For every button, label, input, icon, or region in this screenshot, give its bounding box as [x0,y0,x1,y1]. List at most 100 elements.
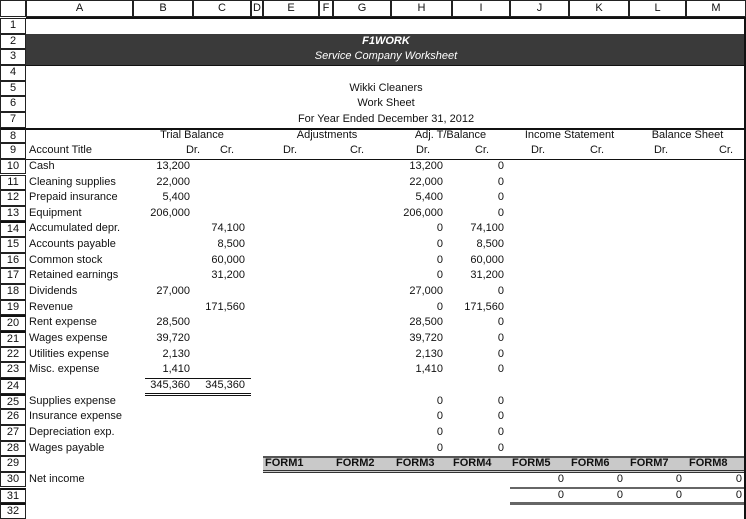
net-income-value[interactable]: 0 [702,488,742,504]
form-label-8[interactable]: FORM8 [689,456,745,472]
account-title-cell[interactable]: Depreciation exp. [29,425,134,441]
trial-balance-credit[interactable]: 8,500 [195,237,245,253]
adj-trial-balance-debit[interactable]: 5,400 [393,190,443,206]
column-header-h[interactable]: H [391,0,452,17]
adj-trial-balance-debit[interactable]: 0 [393,253,443,269]
trial-balance-credit[interactable]: 74,100 [195,221,245,237]
row-header-31[interactable]: 31 [0,487,26,504]
form-label-3[interactable]: FORM3 [396,456,452,472]
adj-trial-balance-debit[interactable]: 27,000 [393,284,443,300]
form-label-2[interactable]: FORM2 [336,456,392,472]
row-header-26[interactable]: 26 [0,409,26,425]
row-header-20[interactable]: 20 [0,315,26,331]
column-header-i[interactable]: I [452,0,510,17]
column-header-e[interactable]: E [263,0,319,17]
row-header-13[interactable]: 13 [0,205,26,222]
account-title-cell[interactable]: Prepaid insurance [29,190,134,206]
net-income-value[interactable]: 0 [583,472,623,488]
form-label-5[interactable]: FORM5 [512,456,568,472]
row-header-5[interactable]: 5 [0,80,26,97]
column-header-b[interactable]: B [133,0,193,17]
trial-balance-debit[interactable]: 1,410 [140,362,190,378]
row-header-25[interactable]: 25 [0,393,26,410]
form-label-6[interactable]: FORM6 [571,456,627,472]
row-header-3[interactable]: 3 [0,49,26,65]
row-header-15[interactable]: 15 [0,237,26,253]
row-header-29[interactable]: 29 [0,456,26,472]
trial-balance-credit[interactable]: 31,200 [195,268,245,284]
account-title-cell[interactable]: Revenue [29,300,134,316]
adj-trial-balance-credit[interactable]: 0 [454,175,504,191]
adj-trial-balance-credit[interactable]: 8,500 [454,237,504,253]
row-header-2[interactable]: 2 [0,33,26,50]
column-header-j[interactable]: J [510,0,569,17]
column-header-g[interactable]: G [333,0,391,17]
adj-trial-balance-credit[interactable]: 0 [454,394,504,410]
net-income-value[interactable]: 0 [702,472,742,488]
column-header-a[interactable]: A [26,0,133,17]
column-header-c[interactable]: C [193,0,251,17]
adj-trial-balance-credit[interactable]: 0 [454,347,504,363]
account-title-cell[interactable]: Supplies expense [29,394,134,410]
adj-trial-balance-debit[interactable]: 13,200 [393,159,443,175]
adj-trial-balance-credit[interactable]: 0 [454,284,504,300]
row-header-30[interactable]: 30 [0,471,26,488]
account-title-cell[interactable]: Common stock [29,253,134,269]
trial-balance-debit[interactable]: 206,000 [140,206,190,222]
adj-trial-balance-credit[interactable]: 0 [454,331,504,347]
net-income-value[interactable]: 0 [642,488,682,504]
adj-trial-balance-debit[interactable]: 0 [393,221,443,237]
adj-trial-balance-debit[interactable]: 28,500 [393,315,443,331]
adj-trial-balance-credit[interactable]: 0 [454,190,504,206]
adj-trial-balance-credit[interactable]: 0 [454,315,504,331]
column-header-m[interactable]: M [686,0,746,17]
adj-trial-balance-credit[interactable]: 0 [454,409,504,425]
row-header-21[interactable]: 21 [0,331,26,347]
row-header-1[interactable]: 1 [0,18,26,34]
column-header-k[interactable]: K [569,0,629,17]
adj-trial-balance-credit[interactable]: 0 [454,206,504,222]
row-header-9[interactable]: 9 [0,143,26,159]
row-header-10[interactable]: 10 [0,158,26,175]
trial-balance-credit[interactable]: 171,560 [195,300,245,316]
adj-trial-balance-debit[interactable]: 0 [393,268,443,284]
row-header-32[interactable]: 32 [0,503,26,519]
trial-balance-debit[interactable]: 13,200 [140,159,190,175]
net-income-value[interactable]: 0 [642,472,682,488]
row-header-18[interactable]: 18 [0,284,26,300]
form-label-1[interactable]: FORM1 [265,456,321,472]
account-title-cell[interactable]: Rent expense [29,315,134,331]
account-title-cell[interactable]: Dividends [29,284,134,300]
form-label-4[interactable]: FORM4 [453,456,509,472]
trial-balance-debit[interactable]: 27,000 [140,284,190,300]
row-header-19[interactable]: 19 [0,299,26,316]
row-header-22[interactable]: 22 [0,346,26,363]
adj-trial-balance-debit[interactable]: 0 [393,425,443,441]
adj-trial-balance-debit[interactable]: 0 [393,237,443,253]
row-header-11[interactable]: 11 [0,174,26,191]
account-title-cell[interactable]: Utilities expense [29,347,134,363]
adj-trial-balance-debit[interactable]: 206,000 [393,206,443,222]
row-header-6[interactable]: 6 [0,96,26,112]
account-title-cell[interactable]: Insurance expense [29,409,134,425]
adj-trial-balance-debit[interactable]: 22,000 [393,175,443,191]
adj-trial-balance-credit[interactable]: 0 [454,441,504,457]
row-header-8[interactable]: 8 [0,127,26,144]
adj-trial-balance-debit[interactable]: 0 [393,409,443,425]
column-header-f[interactable]: F [319,0,333,17]
net-income-value[interactable]: 0 [524,472,564,488]
row-header-12[interactable]: 12 [0,190,26,206]
adj-trial-balance-credit[interactable]: 60,000 [454,253,504,269]
trial-balance-debit[interactable]: 39,720 [140,331,190,347]
account-title-cell[interactable]: Accounts payable [29,237,134,253]
trial-balance-debit[interactable]: 2,130 [140,347,190,363]
adj-trial-balance-credit[interactable]: 0 [454,362,504,378]
row-header-7[interactable]: 7 [0,111,26,128]
net-income-value[interactable]: 0 [583,488,623,504]
adj-trial-balance-credit[interactable]: 31,200 [454,268,504,284]
select-all-corner[interactable] [0,0,26,17]
column-header-l[interactable]: L [629,0,686,17]
net-income-value[interactable]: 0 [524,488,564,504]
account-title-cell[interactable]: Wages expense [29,331,134,347]
account-title-cell[interactable]: Cash [29,159,134,175]
